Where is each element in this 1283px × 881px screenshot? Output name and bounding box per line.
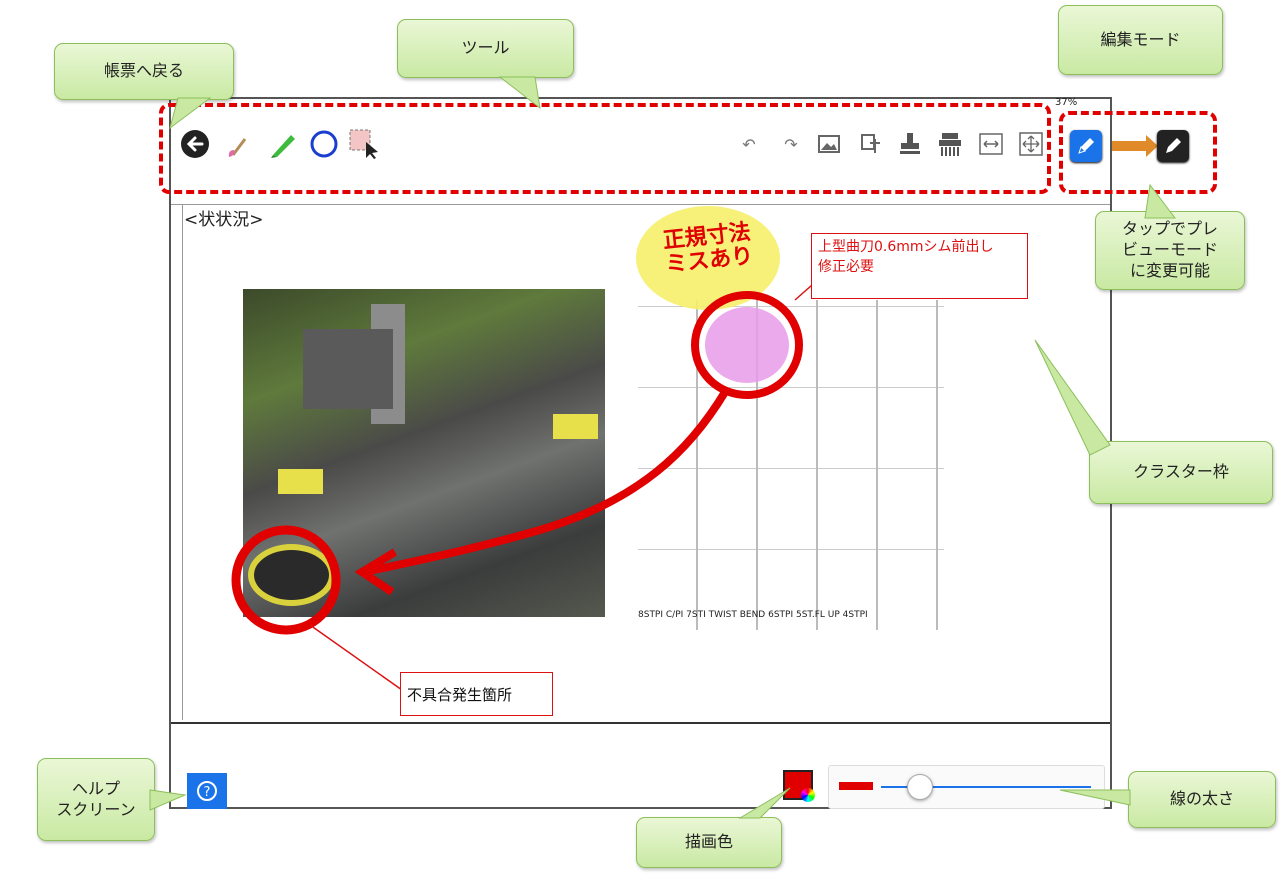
line-width-preview (839, 782, 873, 790)
draw-color-swatch[interactable] (783, 770, 817, 804)
callout-tap-preview: タップでプレ ビューモード に変更可能 (1095, 211, 1245, 290)
svg-text:?: ? (204, 785, 211, 800)
line-width-slider-thumb[interactable] (906, 774, 933, 800)
help-icon[interactable]: ? (187, 773, 227, 809)
callout-help: ヘルプ スクリーン (37, 758, 155, 841)
callout-cluster-frame: クラスター枠 (1089, 441, 1273, 504)
callout-tools: ツール (397, 19, 574, 78)
line-width-control (828, 765, 1105, 809)
callout-line-width: 線の太さ (1128, 771, 1276, 828)
callout-draw-color: 描画色 (636, 817, 782, 868)
note-top: 上型曲刀0.6mmシム前出し 修正必要 (811, 233, 1028, 299)
callout-back: 帳票へ戻る (54, 43, 234, 100)
callout-edit-mode: 編集モード (1058, 5, 1223, 75)
note-bottom: 不具合発生箇所 (400, 672, 553, 716)
